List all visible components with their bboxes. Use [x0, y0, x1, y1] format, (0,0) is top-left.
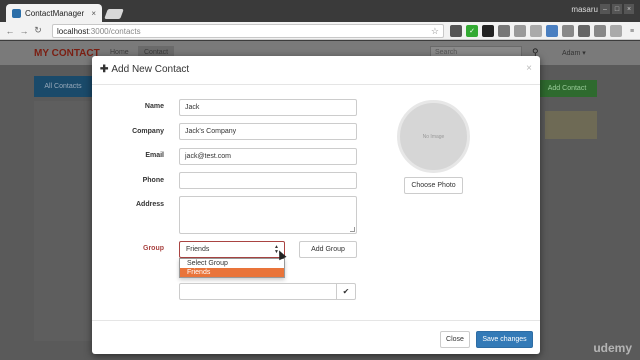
group-option-friends[interactable]: Friends: [180, 268, 284, 277]
name-field[interactable]: Jack: [179, 99, 357, 116]
browser-tab[interactable]: ContactManager ×: [6, 4, 102, 22]
email-label: Email: [145, 152, 164, 159]
extension-icons: ✓ ≡: [450, 25, 638, 37]
dark-extension-icon[interactable]: [482, 25, 494, 37]
minimize-icon[interactable]: –: [600, 4, 610, 14]
browser-titlebar: ContactManager × masaru – □ ×: [0, 0, 640, 22]
all-contacts-button[interactable]: All Contacts: [34, 76, 92, 97]
url-path: :3000/contacts: [88, 26, 141, 36]
modal-footer: Close Save changes: [92, 320, 540, 354]
alert-panel: [545, 111, 597, 139]
choose-photo-button[interactable]: Choose Photo: [404, 177, 463, 194]
name-label: Name: [144, 103, 164, 110]
add-contact-modal: ✚ Add New Contact × Name Jack Company Jac…: [92, 56, 540, 354]
back-icon[interactable]: ←: [3, 26, 17, 36]
grid-extension-icon[interactable]: [498, 25, 510, 37]
forward-icon[interactable]: →: [17, 26, 31, 36]
reader-extension-icon[interactable]: [594, 25, 606, 37]
check-extension-icon[interactable]: ✓: [466, 25, 478, 37]
modal-title: ✚ Add New Contact: [100, 64, 189, 75]
sidebar-panel: [34, 101, 92, 341]
modal-header: ✚ Add New Contact ×: [92, 56, 540, 85]
eyedropper-extension-icon[interactable]: [450, 25, 462, 37]
close-button[interactable]: Close: [440, 331, 470, 348]
new-tab-button[interactable]: [104, 9, 124, 19]
url-host: localhost: [57, 26, 89, 36]
add-group-button[interactable]: Add Group: [299, 241, 357, 258]
confirm-check-button[interactable]: ✔: [336, 283, 356, 300]
group-dropdown: Select Group Friends: [179, 258, 285, 278]
menu-icon[interactable]: ≡: [626, 25, 638, 37]
add-contact-button[interactable]: Add Contact: [537, 80, 597, 97]
company-field[interactable]: Jack's Company: [179, 123, 357, 140]
address-label: Address: [135, 201, 164, 208]
check-icon: ✔: [342, 287, 350, 296]
plus-icon: ✚: [100, 64, 109, 75]
iq-extension-icon[interactable]: [546, 25, 558, 37]
phone-field[interactable]: [179, 172, 357, 189]
favicon-icon: [12, 8, 21, 18]
udemy-watermark: udemy: [593, 341, 632, 355]
address-field[interactable]: [179, 196, 357, 234]
group-selected-value: Friends: [186, 246, 210, 253]
new-group-input[interactable]: [179, 283, 337, 300]
screenshot-extension-icon[interactable]: [514, 25, 526, 37]
nav-home[interactable]: Home: [110, 49, 129, 56]
user-menu[interactable]: Adam ▾: [562, 49, 586, 57]
bookmark-star-icon[interactable]: ☆: [431, 26, 439, 37]
tab-close-icon[interactable]: ×: [91, 9, 96, 18]
modal-title-text: Add New Contact: [111, 64, 190, 75]
group-option-select[interactable]: Select Group: [180, 259, 284, 268]
email-field[interactable]: jack@test.com: [179, 148, 357, 165]
box-extension-icon[interactable]: [578, 25, 590, 37]
browser-toolbar: ← → ↻ localhost :3000/contacts ☆ ✓ ≡: [0, 22, 640, 40]
refresh-extension-icon[interactable]: [562, 25, 574, 37]
reload-icon[interactable]: ↻: [31, 25, 45, 36]
photo-placeholder: No Image: [397, 100, 470, 173]
shield-extension-icon[interactable]: [610, 25, 622, 37]
tab-title: ContactManager: [25, 8, 85, 18]
os-user-label: masaru: [571, 5, 598, 14]
save-changes-button[interactable]: Save changes: [476, 331, 533, 348]
modal-close-icon[interactable]: ×: [526, 63, 532, 74]
group-select[interactable]: Friends ▲ ▼: [179, 241, 285, 258]
brand-logo[interactable]: MY CONTACT: [34, 48, 100, 59]
gear-extension-icon[interactable]: [530, 25, 542, 37]
address-bar[interactable]: localhost :3000/contacts ☆: [52, 24, 444, 38]
window-controls: – □ ×: [600, 4, 634, 14]
maximize-icon[interactable]: □: [612, 4, 622, 14]
group-label: Group: [143, 245, 164, 252]
window-close-icon[interactable]: ×: [624, 4, 634, 14]
company-label: Company: [132, 128, 164, 135]
phone-label: Phone: [142, 177, 164, 184]
